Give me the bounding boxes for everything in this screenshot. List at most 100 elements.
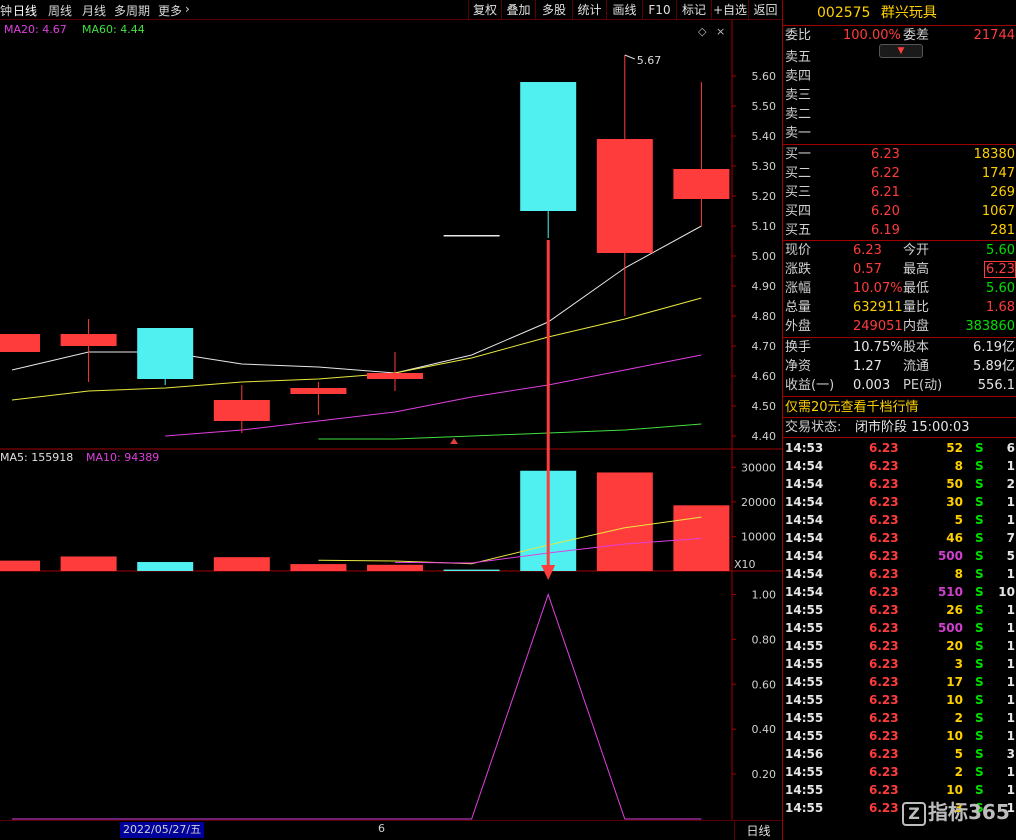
promo-link[interactable]: 仅需20元查看千档行情 — [783, 398, 1016, 417]
period-tab-2[interactable]: 周线 — [48, 2, 72, 19]
bid-volume: 281 — [990, 223, 1015, 238]
toolbar-button-6[interactable]: 标记 — [676, 0, 711, 20]
bid-row: 买二 6.22 1747 — [783, 164, 1016, 183]
toolbar-button-8[interactable]: 返回 — [748, 0, 782, 20]
tick-price: 6.23 — [869, 729, 899, 743]
stock-code: 002575 — [817, 5, 871, 21]
bid-volume: 18380 — [973, 147, 1015, 162]
tick-row: 14:55 6.23 500 S 1 — [783, 619, 1016, 637]
stat-label: 涨跌 — [785, 262, 812, 277]
stat-label: 最高 — [903, 262, 930, 277]
period-tab-3[interactable]: 月线 — [82, 2, 106, 19]
trade-status-value: 闭市阶段 15:00:03 — [855, 420, 970, 435]
toolbar-button-2[interactable]: 多股 — [535, 0, 572, 20]
tick-price: 6.23 — [869, 549, 899, 563]
tick-price: 6.23 — [869, 477, 899, 491]
ask-row: 卖一 — [783, 124, 1016, 143]
bid-label: 买二 — [785, 166, 812, 181]
volume-bar — [213, 557, 270, 571]
bid-price: 6.22 — [871, 166, 900, 181]
ask-label: 卖五 — [785, 50, 812, 65]
period-tab-1[interactable]: 日线 — [13, 2, 37, 19]
signal-arrow-head-icon — [541, 565, 556, 580]
toolbar-button-3[interactable]: 统计 — [572, 0, 606, 20]
stat-row: 涨跌 0.57 最高 6.23 — [783, 260, 1016, 279]
tick-side: S — [975, 531, 984, 545]
tick-volume: 510 — [937, 585, 963, 599]
toolbar-button-1[interactable]: 叠加 — [501, 0, 535, 20]
tick-volume: 50 — [946, 477, 963, 491]
volume-bar — [137, 562, 194, 571]
tick-count: 1 — [1006, 675, 1015, 689]
tick-volume: 500 — [937, 621, 963, 635]
kline-chart[interactable]: 5.60 5.50 5.40 5.30 5.20 5.10 5.00 4.90 4.80 4.70… — [0, 20, 782, 820]
stat-value: 6.19亿 — [973, 340, 1015, 355]
tick-price: 6.23 — [869, 675, 899, 689]
tick-count: 1 — [1006, 657, 1015, 671]
stat-label: 换手 — [785, 340, 812, 355]
tick-time: 14:55 — [785, 675, 824, 689]
stat-value: 10.07% — [853, 281, 903, 296]
more-chevron-icon[interactable]: › — [185, 2, 190, 16]
volume-bar — [0, 560, 40, 571]
tick-side: S — [975, 585, 984, 599]
indicator-tick-label: 0.40 — [752, 723, 777, 736]
stat-label: 量比 — [903, 300, 930, 315]
tick-price: 6.23 — [869, 621, 899, 635]
period-tab-5[interactable]: 更多 — [158, 2, 182, 19]
indicator-tick-label: 1.00 — [752, 588, 777, 601]
bid-price: 6.23 — [871, 147, 900, 162]
toolbar-button-5[interactable]: F10 — [642, 0, 676, 20]
tick-time: 14:55 — [785, 657, 824, 671]
period-button[interactable]: 日线 — [734, 821, 782, 840]
tick-price: 6.23 — [869, 495, 899, 509]
tick-row: 14:55 6.23 2 S 1 — [783, 763, 1016, 781]
tick-row: 14:54 6.23 46 S 7 — [783, 529, 1016, 547]
candle-body — [443, 235, 500, 237]
stat-value: 10.75% — [853, 340, 903, 355]
price-tick-label: 4.40 — [752, 430, 777, 443]
tick-side: S — [975, 621, 984, 635]
tick-side: S — [975, 675, 984, 689]
period-tab-4[interactable]: 多周期 — [114, 2, 150, 19]
price-tick-label: 5.40 — [752, 130, 777, 143]
toolbar-button-0[interactable]: 复权 — [468, 0, 501, 20]
tick-time: 14:55 — [785, 603, 824, 617]
quote-panel: 002575 群兴玩具 委比 100.00% 委差 21744 ▼ 卖五 卖四 卖三… — [782, 0, 1016, 840]
toolbar-button-7[interactable]: +自选 — [711, 0, 748, 20]
stat-label: 内盘 — [903, 319, 930, 334]
period-tab-0[interactable]: 钟 — [0, 2, 12, 19]
tick-count: 7 — [1006, 531, 1015, 545]
stat-row: 总量 632911 量比 1.68 — [783, 298, 1016, 317]
stat-row: 净资 1.27 流通 5.89亿 — [783, 357, 1016, 376]
tick-side: S — [975, 693, 984, 707]
price-ma-mid-line — [11, 297, 702, 401]
price-ma-legend: MA20: 4.67 — [4, 23, 67, 36]
tick-volume: 2 — [954, 711, 963, 725]
tick-count: 10 — [998, 585, 1015, 599]
tick-row: 14:54 6.23 30 S 1 — [783, 493, 1016, 511]
volume-ma-legend: MA5: 155918 — [0, 451, 73, 464]
tick-time: 14:54 — [785, 549, 824, 563]
tick-row: 14:55 6.23 3 S 1 — [783, 655, 1016, 673]
toolbar-button-4[interactable]: 画线 — [606, 0, 642, 20]
month-marker: 6 — [378, 822, 385, 835]
high-marker-line — [624, 54, 635, 60]
ask-label: 卖一 — [785, 126, 812, 141]
tick-side: S — [975, 639, 984, 653]
ask-row: 卖四 — [783, 67, 1016, 86]
bid-label: 买三 — [785, 185, 812, 200]
stat-value: 249051 — [853, 319, 903, 334]
candle-body — [290, 388, 347, 394]
stat-row: 外盘 249051 内盘 383860 — [783, 317, 1016, 336]
stat-value: 5.60 — [986, 243, 1015, 258]
candle-body — [673, 169, 730, 199]
candle-body — [137, 328, 194, 379]
volume-tick-label: 20000 — [741, 496, 776, 509]
tick-side: S — [975, 603, 984, 617]
price-ma-legend: MA60: 4.44 — [82, 23, 145, 36]
watermark-logo-icon: Z — [902, 801, 926, 826]
kline-chart-area[interactable]: 5.60 5.50 5.40 5.30 5.20 5.10 5.00 4.90 4.80 4.70… — [0, 20, 782, 820]
chart-toolbar: 钟日线 周线 月线 多周期 更多 › 复权 叠加 多股 统计 画线 F10 标记 +自选 返回 — [0, 0, 782, 20]
stat-label: 今开 — [903, 243, 930, 258]
